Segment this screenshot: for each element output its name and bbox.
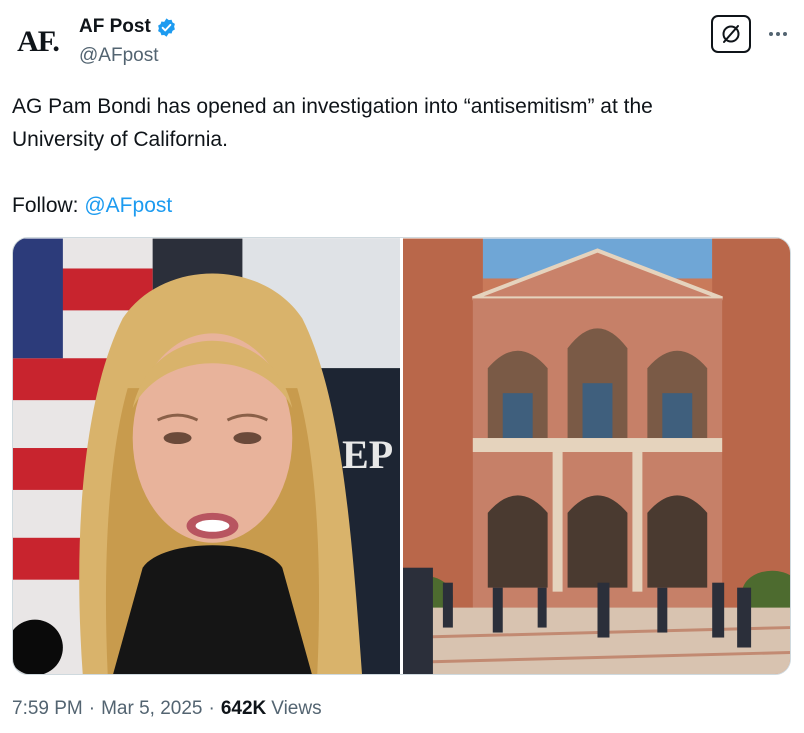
more-options-button[interactable] xyxy=(764,20,792,48)
tweet-text-line: AG Pam Bondi has opened an investigation… xyxy=(12,95,653,118)
name-row: AF Post xyxy=(79,16,177,38)
grok-button[interactable] xyxy=(711,15,751,53)
svg-text:EP: EP xyxy=(342,432,393,477)
tweet-text-line: University of California. xyxy=(12,128,228,151)
tweet-time[interactable]: 7:59 PM xyxy=(12,698,83,720)
tweet-header: AF. AF Post @AFpost xyxy=(0,0,804,80)
campus-building-photo[interactable] xyxy=(403,238,790,675)
handle[interactable]: @AFpost xyxy=(79,45,158,67)
follow-label: Follow: xyxy=(12,194,85,217)
separator: · xyxy=(88,698,96,719)
follow-line: Follow: @AFpost xyxy=(12,189,172,222)
more-icon-dot xyxy=(783,32,787,36)
tweet-date[interactable]: Mar 5, 2025 xyxy=(101,698,202,720)
verified-badge-icon xyxy=(157,17,175,37)
tweet-text: AG Pam Bondi has opened an investigation… xyxy=(12,90,792,156)
grok-icon xyxy=(722,25,740,43)
portrait-photo[interactable]: EP xyxy=(13,238,400,675)
views-count: 642K xyxy=(220,698,267,719)
more-icon xyxy=(769,32,773,36)
more-icon-dot xyxy=(776,32,780,36)
views-label: Views xyxy=(271,698,322,719)
separator: · xyxy=(208,698,215,719)
display-name[interactable]: AF Post xyxy=(79,16,151,38)
media-grid: EP xyxy=(12,237,791,675)
tweet-meta: 7:59 PM · Mar 5, 2025 · 642K Views xyxy=(12,698,322,720)
avatar[interactable]: AF. xyxy=(10,14,66,70)
mention-link[interactable]: @AFpost xyxy=(84,194,172,217)
